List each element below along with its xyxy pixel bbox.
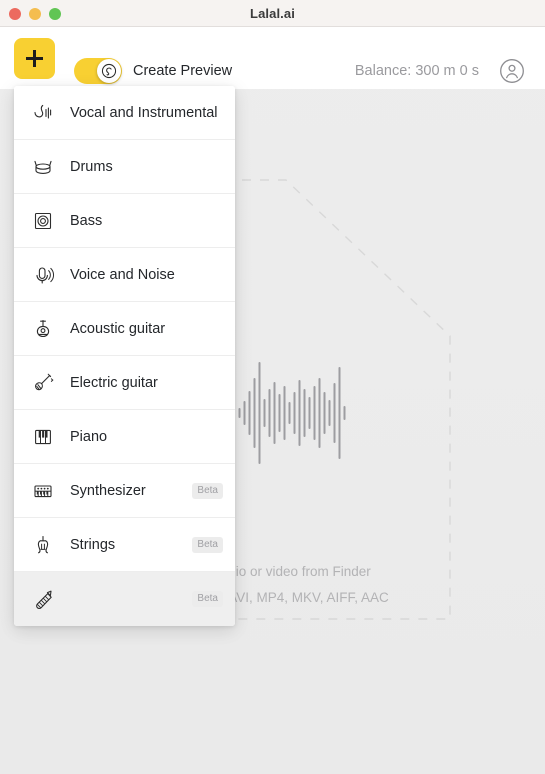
- menu-item-voice-and-noise[interactable]: Voice and Noise: [14, 248, 235, 302]
- window-traffic-lights: [9, 8, 61, 20]
- drums-icon: [28, 152, 58, 182]
- electric-guitar-icon: [28, 368, 58, 398]
- menu-item-label: Bass: [70, 212, 103, 229]
- balance-label: Balance: 300 m 0 s: [354, 63, 479, 79]
- stem-selection-menu[interactable]: Vocal and Instrumental Drums Bass Voice …: [14, 86, 235, 626]
- close-window-button[interactable]: [9, 8, 21, 20]
- ear-icon: [101, 63, 117, 79]
- window-title: Lalal.ai: [250, 5, 295, 21]
- create-preview-control[interactable]: Create Preview: [74, 58, 232, 84]
- plus-icon: [26, 50, 43, 67]
- menu-item-synthesizer[interactable]: Synthesizer Beta: [14, 464, 235, 518]
- create-preview-toggle[interactable]: [74, 58, 122, 84]
- account-button[interactable]: [499, 58, 525, 84]
- menu-item-label: Acoustic guitar: [70, 320, 166, 337]
- menu-item-piano[interactable]: Piano: [14, 410, 235, 464]
- app-window: Lalal.ai Create Preview Balance: 300 m 0…: [0, 0, 545, 774]
- app-toolbar: Create Preview Balance: 300 m 0 s: [0, 27, 545, 89]
- menu-item-badge: Beta: [192, 482, 223, 499]
- microphone-noise-icon: [28, 260, 58, 290]
- create-preview-label: Create Preview: [133, 63, 233, 79]
- menu-item-label: Voice and Noise: [70, 266, 175, 283]
- acoustic-guitar-icon: [28, 314, 58, 344]
- wind-brass-icon: [28, 584, 58, 614]
- add-file-button[interactable]: [14, 38, 55, 79]
- vocal-instrumental-icon: [28, 98, 58, 128]
- synthesizer-icon: [28, 476, 58, 506]
- window-titlebar: Lalal.ai: [0, 0, 545, 27]
- maximize-window-button[interactable]: [49, 8, 61, 20]
- menu-item-badge: Beta: [192, 536, 223, 553]
- menu-item-strings[interactable]: Strings Beta: [14, 518, 235, 572]
- minimize-window-button[interactable]: [29, 8, 41, 20]
- menu-item-drums[interactable]: Drums: [14, 140, 235, 194]
- audio-waveform-icon: [238, 358, 346, 468]
- menu-item-wind[interactable]: Beta: [14, 572, 235, 626]
- account-circle-icon: [500, 59, 524, 83]
- menu-item-badge: Beta: [192, 591, 223, 607]
- piano-icon: [28, 422, 58, 452]
- menu-item-electric-guitar[interactable]: Electric guitar: [14, 356, 235, 410]
- menu-item-vocal-and-instrumental[interactable]: Vocal and Instrumental: [14, 86, 235, 140]
- menu-item-label: Vocal and Instrumental: [70, 104, 218, 121]
- menu-item-acoustic-guitar[interactable]: Acoustic guitar: [14, 302, 235, 356]
- toggle-knob: [97, 59, 121, 83]
- bass-amp-icon: [28, 206, 58, 236]
- menu-item-label: Synthesizer: [70, 482, 146, 499]
- menu-item-bass[interactable]: Bass: [14, 194, 235, 248]
- menu-item-label: Electric guitar: [70, 374, 158, 391]
- menu-item-label: Drums: [70, 158, 113, 175]
- menu-item-label: Piano: [70, 428, 108, 445]
- strings-icon: [28, 530, 58, 560]
- menu-item-label: Strings: [70, 536, 116, 553]
